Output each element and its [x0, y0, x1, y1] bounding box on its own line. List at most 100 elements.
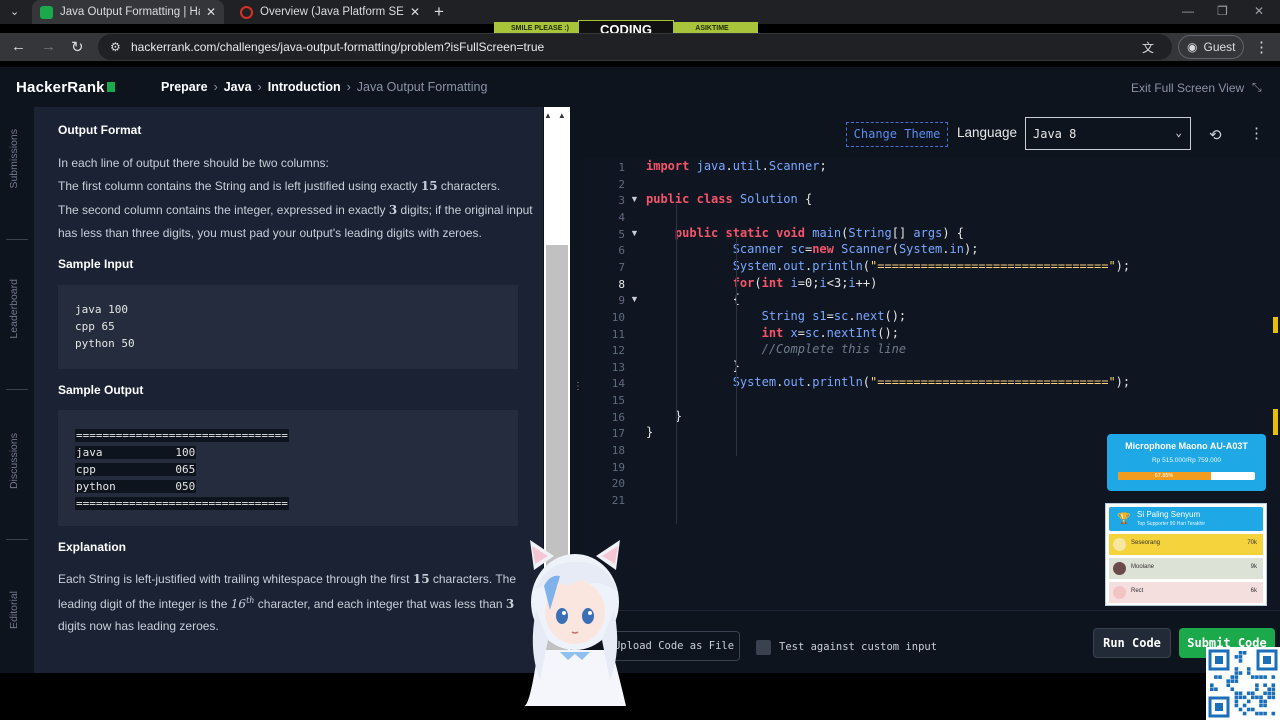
hackerrank-app: HackerRank Prepare › Java › Introduction… — [0, 67, 1280, 673]
leaderboard-title: Si Paling Senyum — [1137, 510, 1201, 519]
code-line[interactable]: import java.util.Scanner; — [646, 159, 827, 173]
collapse-icon[interactable]: ⤡ — [1252, 80, 1262, 95]
custom-input-checkbox[interactable] — [756, 640, 771, 655]
url-text[interactable]: hackerrank.com/challenges/java-output-fo… — [131, 40, 544, 54]
code-line[interactable]: } — [646, 359, 740, 373]
line-number: 18 — [611, 444, 625, 458]
line-number: 11 — [611, 327, 625, 341]
side-tabs: Submissions Leaderboard Discussions Edit… — [0, 107, 34, 673]
tab-submissions[interactable]: Submissions — [8, 129, 20, 189]
change-theme-button[interactable]: Change Theme — [846, 122, 948, 147]
code-line[interactable]: //Complete this line — [646, 342, 907, 356]
tab-search-icon[interactable]: ⌄ — [10, 5, 19, 18]
supporter-name: Rect — [1131, 588, 1144, 594]
vtuber-avatar — [524, 540, 626, 706]
line-number: 4 — [618, 210, 625, 224]
translate-icon[interactable]: 文 — [1142, 39, 1154, 56]
code-line[interactable]: Scanner sc=new Scanner(System.in); — [646, 242, 979, 256]
sample-input-line: cpp 65 — [75, 320, 115, 333]
address-bar[interactable]: ⚙ hackerrank.com/challenges/java-output-… — [98, 34, 1172, 60]
code-line[interactable]: { — [646, 292, 740, 306]
browser-tab-active[interactable]: Java Output Formatting | Hacke ✕ — [32, 0, 224, 24]
minimize-icon[interactable]: — — [1182, 4, 1194, 18]
profile-button[interactable]: ◉ Guest — [1178, 35, 1244, 59]
back-icon[interactable]: ← — [11, 38, 26, 55]
language-select[interactable]: Java 8 ⌄ — [1025, 117, 1191, 150]
line-number: 16 — [611, 410, 625, 424]
run-code-button[interactable]: Run Code — [1093, 628, 1171, 658]
reload-icon[interactable]: ↻ — [71, 38, 84, 56]
avatar — [1113, 586, 1126, 599]
breadcrumb-prepare[interactable]: Prepare — [161, 80, 208, 94]
close-icon[interactable]: ✕ — [410, 5, 420, 19]
sample-output-line: ================================ — [75, 497, 289, 510]
new-tab-button[interactable]: + — [434, 2, 444, 22]
tab-title: Overview (Java Platform SE 8 ) — [260, 6, 404, 18]
tab-editorial[interactable]: Editorial — [8, 591, 20, 629]
scroll-arrows-icon[interactable]: ▲▲ — [544, 111, 570, 120]
qr-code — [1206, 647, 1280, 720]
sample-input-line: java 100 — [75, 303, 128, 316]
fold-chevron-icon[interactable]: ▼ — [630, 228, 639, 238]
more-options-icon[interactable]: ⋮ — [1249, 124, 1264, 142]
code-line[interactable]: System.out.println("====================… — [646, 375, 1130, 389]
exit-fullscreen-link[interactable]: Exit Full Screen View — [1131, 81, 1244, 95]
output-line-3: The second column contains the integer, … — [58, 203, 533, 217]
chevron-right-icon: › — [257, 80, 262, 94]
history-icon[interactable]: ⟲ — [1209, 126, 1222, 144]
supporter-score: 6k — [1250, 588, 1257, 594]
code-line[interactable]: public class Solution { — [646, 192, 812, 206]
code-line[interactable]: int x=sc.nextInt(); — [646, 326, 899, 340]
line-number: 6 — [618, 244, 625, 258]
chevron-down-icon: ⌄ — [1175, 126, 1182, 139]
editor-toolbar: Change Theme Language Java 8 ⌄ ⟲ ⋮ — [580, 107, 1280, 159]
explanation-line-2: leading digit of the integer is the 16th… — [58, 596, 515, 611]
divider — [6, 389, 28, 390]
oracle-favicon-icon — [240, 5, 253, 19]
fold-chevron-icon[interactable]: ▼ — [630, 194, 639, 204]
profile-label: Guest — [1203, 40, 1236, 54]
explanation-line-1: Each String is left-justified with trail… — [58, 572, 517, 586]
line-number: 2 — [618, 177, 625, 191]
hackerrank-logo[interactable]: HackerRank — [16, 79, 115, 96]
language-label: Language — [957, 125, 1018, 140]
line-number: 9 — [618, 294, 625, 308]
line-number: 13 — [611, 360, 625, 374]
breadcrumb-introduction[interactable]: Introduction — [268, 80, 341, 94]
code-line[interactable]: System.out.println("====================… — [646, 259, 1130, 273]
trophy-icon: 🏆 — [1117, 513, 1131, 525]
tab-discussions[interactable]: Discussions — [8, 433, 20, 489]
supporter-score: 9k — [1250, 564, 1257, 570]
code-line[interactable]: } — [646, 425, 653, 439]
sample-input-heading: Sample Input — [58, 257, 134, 271]
line-number: 14 — [611, 377, 625, 391]
sample-output-line: python 050 — [75, 480, 197, 493]
fold-chevron-icon[interactable]: ▼ — [630, 294, 639, 304]
code-line[interactable]: public static void main(String[] args) { — [646, 226, 964, 240]
close-icon[interactable]: ✕ — [206, 5, 216, 19]
breadcrumb-java[interactable]: Java — [224, 80, 252, 94]
breadcrumb: Prepare › Java › Introduction › Java Out… — [161, 80, 487, 94]
maximize-icon[interactable]: ❐ — [1217, 4, 1228, 18]
kebab-menu-icon[interactable]: ⋮ — [1254, 38, 1269, 56]
editor-scrollbar[interactable] — [1272, 159, 1280, 610]
editor-actions: Upload Code as File Test against custom … — [580, 610, 1280, 673]
line-number: 17 — [611, 427, 625, 441]
supporter-name: Seseorang — [1131, 540, 1161, 546]
forward-icon[interactable]: → — [41, 38, 56, 55]
line-number: 15 — [611, 394, 625, 408]
problem-statement-panel: Output Format In each line of output the… — [34, 107, 543, 673]
tab-leaderboard[interactable]: Leaderboard — [8, 279, 20, 339]
line-number: 19 — [611, 460, 625, 474]
sample-output-heading: Sample Output — [58, 383, 144, 397]
supporter-leaderboard-widget: 🏆 Si Paling Senyum Top Supporter 90 Hari… — [1105, 503, 1267, 606]
supporter-name: Moolane — [1131, 564, 1155, 570]
custom-input-label[interactable]: Test against custom input — [779, 641, 937, 653]
sample-input-line: python 50 — [75, 337, 135, 350]
code-line[interactable]: String s1=sc.next(); — [646, 309, 907, 323]
code-line[interactable]: for(int i=0;i<3;i++) — [646, 276, 878, 290]
browser-tab[interactable]: Overview (Java Platform SE 8 ) ✕ — [232, 0, 428, 24]
close-window-icon[interactable]: ✕ — [1254, 4, 1264, 18]
app-header: HackerRank Prepare › Java › Introduction… — [0, 67, 1280, 107]
site-info-icon[interactable]: ⚙ — [110, 40, 121, 54]
